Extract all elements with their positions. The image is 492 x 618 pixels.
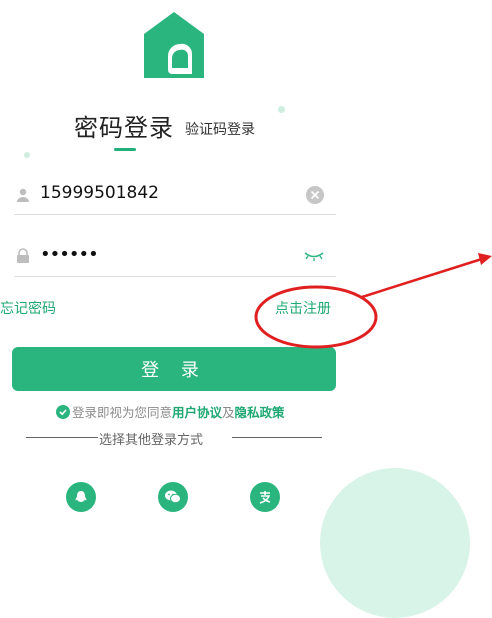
- annotation-arrow-head: [478, 253, 492, 265]
- annotation-overlay: [254, 253, 492, 349]
- annotation-arrow-line: [361, 256, 486, 299]
- annotation-ellipse: [254, 285, 378, 349]
